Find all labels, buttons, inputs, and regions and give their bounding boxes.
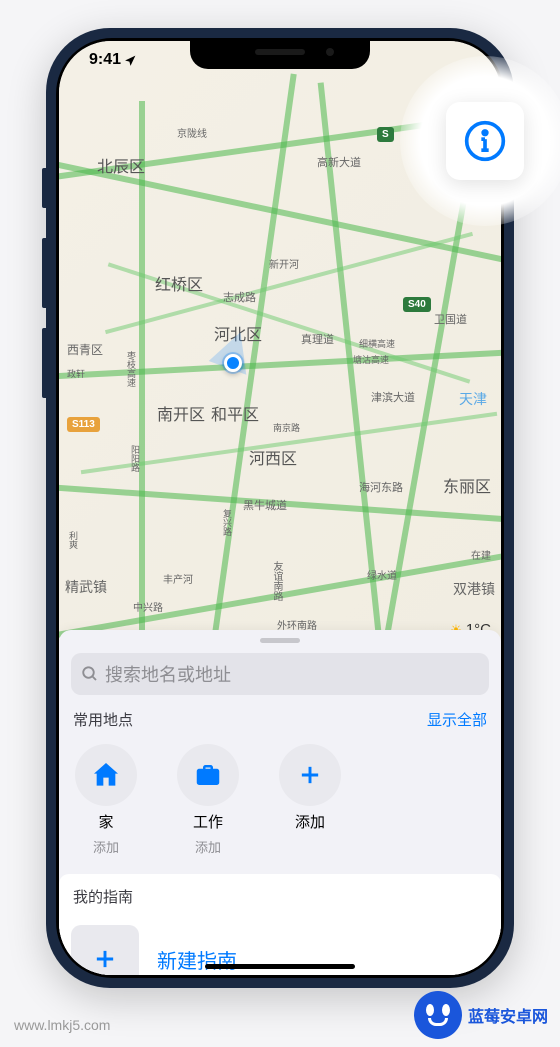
- briefcase-icon: [193, 760, 223, 790]
- favorite-sublabel: 添加: [195, 837, 221, 856]
- favorite-add[interactable]: 添加: [279, 744, 341, 856]
- plus-icon: [91, 945, 119, 973]
- bottom-sheet[interactable]: 搜索地名或地址 常用地点 显示全部 家 添加: [59, 630, 501, 975]
- favorite-work[interactable]: 工作 添加: [177, 744, 239, 856]
- district-label: 河西区: [249, 445, 297, 469]
- source-watermark: www.lmkj5.com: [14, 1017, 110, 1033]
- brand-watermark: 蓝莓安卓网: [414, 991, 548, 1039]
- info-icon: [463, 119, 507, 163]
- highway-badge: S: [377, 127, 394, 142]
- plus-icon: [296, 761, 324, 789]
- map-road-label: 海河东路: [359, 479, 403, 495]
- user-location-dot: [224, 354, 242, 372]
- district-label: 北辰区: [97, 153, 145, 177]
- map-road-label: 南京路: [273, 421, 300, 434]
- highway-badge: S113: [67, 417, 100, 432]
- district-label: 南开区: [157, 401, 205, 425]
- map-road-label: 黑牛城道: [243, 497, 287, 513]
- map-road-label: 利爽: [67, 531, 80, 549]
- map-road-label: 阳阳路: [129, 445, 142, 472]
- map-road-label: 丰产河: [163, 571, 193, 586]
- home-icon: [90, 759, 122, 791]
- guides-title: 我的指南: [59, 874, 501, 911]
- favorite-label: 添加: [295, 811, 325, 832]
- district-label: 和平区: [211, 401, 259, 425]
- map-road-label: 枣枝高速: [125, 351, 138, 387]
- map-road-label: 政轩: [67, 367, 85, 380]
- map-road-label: 复兴路: [221, 509, 234, 536]
- map-road-label: 志成路: [223, 289, 256, 305]
- map-road-label: 新开河: [269, 256, 299, 271]
- search-placeholder: 搜索地名或地址: [105, 661, 479, 687]
- search-icon: [81, 665, 99, 683]
- create-guide-label: 新建指南...: [157, 945, 254, 974]
- brand-text: 蓝莓安卓网: [468, 1003, 548, 1027]
- favorite-sublabel: 添加: [93, 837, 119, 856]
- district-label: 东丽区: [443, 473, 491, 497]
- map-road-label: 高新大道: [317, 154, 361, 170]
- favorite-home[interactable]: 家 添加: [75, 744, 137, 856]
- map-road-label: 在建: [471, 547, 491, 562]
- search-field[interactable]: 搜索地名或地址: [71, 653, 489, 695]
- favorites-row: 家 添加 工作 添加 添加: [71, 744, 489, 856]
- map-road-label: 卫国道: [434, 311, 467, 327]
- map-road-label: 真理道: [301, 331, 334, 347]
- brand-logo-icon: [414, 991, 462, 1039]
- map-road-label: 中兴路: [133, 599, 163, 614]
- info-button-callout: [400, 56, 560, 226]
- map-road-label: 细横高速: [359, 337, 395, 350]
- map-road-label: 友谊南路: [269, 561, 284, 601]
- favorite-label: 家: [98, 811, 113, 832]
- home-indicator[interactable]: [205, 964, 355, 969]
- map-road-label: 津滨大道: [371, 389, 415, 405]
- map-road-label: 塘沽高速: [353, 353, 389, 366]
- favorite-label: 工作: [193, 811, 223, 832]
- highway-badge: S40: [403, 297, 431, 312]
- favorites-show-all[interactable]: 显示全部: [427, 709, 487, 730]
- status-bar: 9:41: [89, 51, 137, 69]
- status-time: 9:41: [89, 51, 121, 69]
- location-services-icon: [124, 54, 137, 67]
- favorites-title: 常用地点: [73, 709, 133, 730]
- map-road-label: 绿水道: [367, 567, 397, 582]
- notch: [190, 41, 370, 69]
- district-label: 精武镇: [65, 577, 107, 597]
- map-road-label: 天津: [459, 389, 487, 409]
- district-label: 西青区: [67, 341, 103, 358]
- district-label: 双港镇: [453, 579, 495, 599]
- map-road-label: 京陇线: [177, 125, 207, 140]
- map-info-button[interactable]: [446, 102, 524, 180]
- district-label: 红桥区: [155, 271, 203, 295]
- sheet-grabber[interactable]: [260, 638, 300, 643]
